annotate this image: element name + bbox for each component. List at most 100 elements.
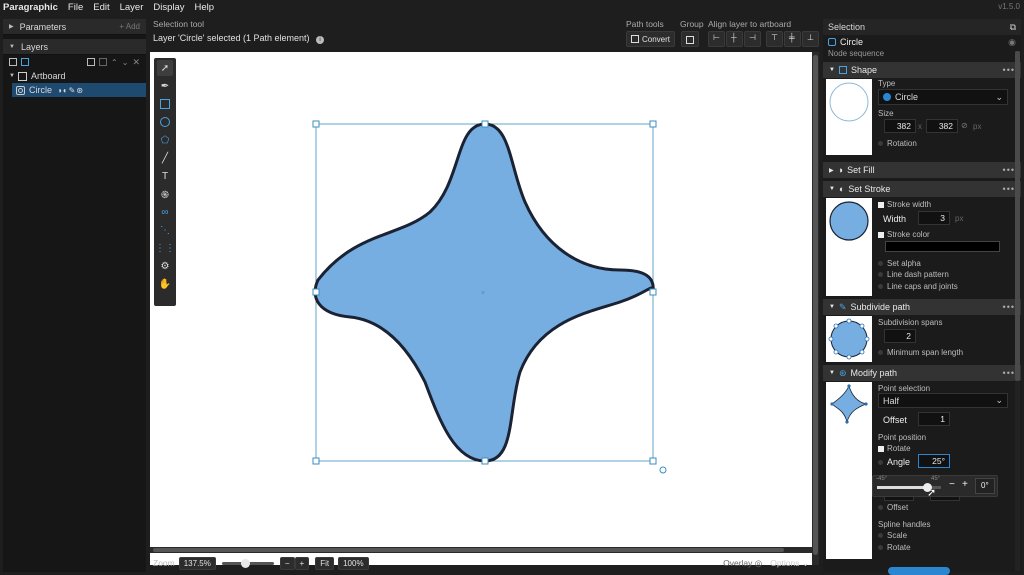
rotate-handle[interactable] [659, 466, 667, 474]
duplicate-icon[interactable] [87, 58, 96, 66]
zoom-in-button[interactable]: + [294, 556, 310, 570]
polygon-tool-icon[interactable]: ⬠ [157, 132, 173, 148]
repeat-tool-icon[interactable]: ∞ [157, 204, 173, 220]
more-options-icon[interactable]: ••• [1003, 302, 1015, 312]
visibility-icon[interactable]: ◉ [1008, 37, 1016, 48]
line-tool-icon[interactable]: ╱ [157, 150, 173, 166]
stroke-color-swatch[interactable] [885, 241, 1000, 252]
stroke-width-input[interactable]: 3 [918, 211, 950, 225]
dash-option[interactable]: Line dash pattern [878, 270, 949, 279]
align-bottom-icon[interactable]: ⊥ [802, 31, 819, 47]
scale-option[interactable]: Scale [878, 531, 907, 540]
subdivide-header[interactable]: ▼ ✎ Subdivide path ••• [823, 299, 1021, 315]
angle-increment-button[interactable]: + [962, 479, 968, 490]
bottom-action-button[interactable] [888, 567, 950, 575]
group-button[interactable] [681, 31, 699, 47]
horizontal-scroll-thumb[interactable] [153, 548, 784, 552]
set-alpha-option[interactable]: Set alpha [878, 259, 921, 268]
offset-input[interactable]: 1 [918, 412, 950, 426]
more-options-icon[interactable]: ••• [1003, 65, 1015, 75]
add-parameter-button[interactable]: + Add [119, 22, 140, 31]
info-icon[interactable]: i [316, 36, 325, 44]
tree-artboard[interactable]: ▼ Artboard [3, 69, 146, 83]
zoom-100-button[interactable]: 100% [338, 556, 369, 570]
pen-tool-icon[interactable]: ✒ [157, 78, 173, 94]
size-height-input[interactable]: 382 [926, 119, 958, 133]
zoom-value[interactable]: 137.5% [178, 556, 216, 570]
zoom-slider-knob[interactable] [241, 558, 251, 568]
text-tool-icon[interactable]: T [157, 168, 173, 184]
checkbox-checked-icon [878, 201, 884, 208]
point-selection-select[interactable]: Half ⌄ [878, 393, 1008, 408]
spans-input[interactable]: 2 [884, 329, 916, 343]
caps-option[interactable]: Line caps and joints [878, 282, 958, 291]
zoom-out-button[interactable]: − [279, 556, 295, 570]
move-down-icon[interactable]: ⌄ [122, 58, 129, 67]
radio-dot-icon [878, 545, 883, 551]
rotate2-option[interactable]: Rotate [878, 543, 911, 552]
parameters-header[interactable]: ▶ Parameters + Add [3, 19, 146, 35]
more-options-icon[interactable]: ••• [1003, 184, 1015, 194]
convert-button[interactable]: Convert [626, 31, 676, 47]
horizontal-scrollbar[interactable] [150, 547, 812, 553]
rectangle-tool-icon[interactable] [157, 96, 173, 112]
layers-header[interactable]: ▼ Layers [3, 39, 146, 55]
new-layer-icon[interactable] [9, 58, 17, 66]
stroke-color-option[interactable]: Stroke color [878, 230, 930, 239]
menu-edit[interactable]: Edit [88, 2, 114, 13]
stroke-color-label: Stroke color [887, 230, 930, 239]
set-stroke-header[interactable]: ▼ ◐ Set Stroke ••• [823, 181, 1021, 197]
rotate-option[interactable]: Rotate [878, 444, 911, 453]
align-hcenter-icon[interactable]: ┼ [726, 31, 743, 47]
overlay-toggle[interactable]: Overlay ◎ [723, 558, 762, 569]
fit-button[interactable]: Fit [315, 556, 335, 570]
align-right-icon[interactable]: ⊣ [744, 31, 761, 47]
menu-layer[interactable]: Layer [115, 2, 149, 13]
copy-icon[interactable] [99, 58, 108, 66]
options-menu[interactable]: Options ⌄ [770, 558, 809, 569]
angle-input[interactable]: 25° [918, 454, 950, 468]
zoom-slider[interactable] [221, 558, 274, 568]
align-left-icon[interactable]: ⊢ [708, 31, 725, 47]
vertical-scroll-thumb[interactable] [813, 55, 818, 555]
offset2-option[interactable]: Offset [878, 503, 908, 512]
panel-scrollbar[interactable] [1015, 51, 1020, 571]
popout-icon[interactable]: ⧉ [1010, 22, 1016, 33]
expanded-triangle-icon: ▼ [9, 73, 15, 79]
artboard-canvas[interactable]: × [150, 52, 812, 565]
stroke-width-option[interactable]: Stroke width [878, 200, 931, 209]
more-options-icon[interactable]: ••• [1003, 165, 1015, 175]
set-fill-header[interactable]: ▶ ◑ Set Fill ••• [823, 162, 1021, 178]
set-alpha-label: Set alpha [887, 259, 921, 268]
min-span-option[interactable]: Minimum span length [878, 348, 963, 357]
angle-decrement-button[interactable]: − [949, 479, 955, 490]
more-options-icon[interactable]: ••• [1003, 368, 1015, 378]
angle-reset-button[interactable]: 0° [975, 478, 995, 494]
app-menu[interactable]: Paragraphic [0, 2, 63, 13]
shape-section-header[interactable]: ▼ Shape ••• [823, 62, 1021, 78]
selection-tool-icon[interactable]: ➚ [157, 60, 173, 76]
vertical-scrollbar[interactable] [812, 52, 819, 565]
menu-help[interactable]: Help [190, 2, 220, 13]
gear-tool-icon[interactable]: ⚙ [157, 258, 173, 274]
move-up-icon[interactable]: ⌃ [111, 58, 118, 67]
angle-option[interactable]: Angle [878, 457, 910, 467]
panel-scroll-thumb[interactable] [1015, 51, 1020, 381]
group-layer-icon[interactable] [21, 58, 29, 66]
modify-path-header[interactable]: ▼ ⊛ Modify path ••• [823, 365, 1021, 381]
rotation-option[interactable]: Rotation [878, 139, 917, 148]
menu-display[interactable]: Display [148, 2, 189, 13]
tree-circle-layer[interactable]: Circle ◑◐✎⊛ [12, 83, 146, 97]
menu-file[interactable]: File [63, 2, 88, 13]
delete-icon[interactable]: ✕ [132, 57, 140, 68]
size-width-input[interactable]: 382 [884, 119, 916, 133]
path-nodes-tool-icon[interactable]: ⋱ [157, 222, 173, 238]
grid-tool-icon[interactable]: ⋮⋮ [155, 240, 175, 256]
type-select[interactable]: Circle ⌄ [878, 89, 1008, 105]
hand-tool-icon[interactable]: ✋ [157, 276, 173, 292]
circle-tool-icon[interactable] [157, 114, 173, 130]
align-top-icon[interactable]: ⊤ [766, 31, 783, 47]
spiral-tool-icon[interactable]: ֍ [157, 186, 173, 202]
lock-ratio-icon[interactable]: ⊘ [961, 121, 968, 130]
align-vcenter-icon[interactable]: ╪ [784, 31, 801, 47]
